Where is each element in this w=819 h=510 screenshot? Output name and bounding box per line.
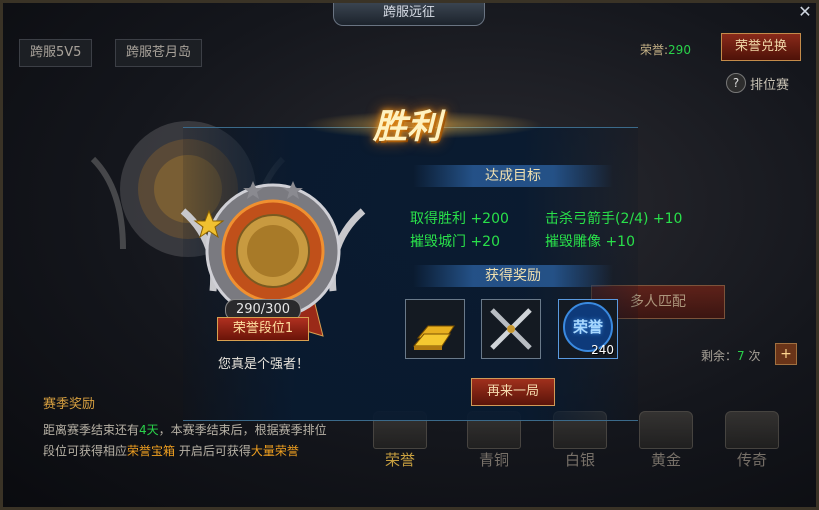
season-honor: 大量荣誉 — [250, 444, 299, 458]
chest-label-silver: 白银 — [564, 451, 595, 469]
ranked-label[interactable]: 排位赛 — [750, 74, 789, 93]
honor-badge-text: 荣誉 — [572, 318, 603, 336]
tab-cangyue-island[interactable]: 跨服苍月岛 — [115, 39, 203, 67]
remaining-value: 7 — [737, 349, 745, 363]
goal-item: 击杀弓箭手(2/4) +10 — [545, 211, 683, 227]
chest-legend-icon — [725, 411, 779, 449]
close-icon[interactable]: ✕ — [796, 3, 814, 21]
remaining-count: 剩余：7 次 — [701, 347, 761, 364]
victory-title: 胜利 — [373, 107, 441, 147]
goal-item: 摧毁雕像 +10 — [545, 234, 635, 250]
crossed-swords-icon — [490, 308, 532, 350]
reward-gold[interactable] — [405, 299, 465, 359]
medal-rank: 荣誉段位1 — [217, 317, 309, 341]
season-chest: 荣誉宝箱 — [127, 444, 176, 458]
chest-label-gold: 黄金 — [650, 451, 681, 469]
chest-label-bronze: 青铜 — [478, 451, 509, 469]
remaining-label: 剩余： — [701, 349, 738, 363]
game-window: 跨服远征 ✕ 跨服5V5 跨服苍月岛 荣誉:290 荣誉兑换 ? 排位赛 多人匹… — [0, 0, 819, 510]
season-text: 段位可获得相应 — [43, 444, 128, 458]
goal-item: 取得胜利 +200 — [410, 211, 509, 227]
honor-label: 荣誉: — [640, 43, 669, 57]
praise-text: 您真是个强者！ — [218, 357, 310, 372]
goals-title: 达成目标 — [413, 165, 613, 187]
window-title: 跨服远征 — [333, 3, 485, 26]
honor-reward-count: 240 — [591, 343, 614, 357]
season-text: ，本赛季结束后，根据赛季排位 — [158, 423, 327, 437]
gold-bar-icon — [412, 325, 455, 350]
chest-label-legend: 传奇 — [736, 451, 767, 469]
season-text: 距离赛季结束还有 — [43, 423, 140, 437]
honor-exchange-button[interactable]: 荣誉兑换 — [721, 33, 801, 61]
rewards-title: 获得奖励 — [413, 265, 613, 287]
season-reward-description: 距离赛季结束还有4天，本赛季结束后，根据赛季排位 段位可获得相应荣誉宝箱 开启后… — [43, 420, 363, 462]
remaining-unit: 次 — [748, 349, 761, 363]
season-text: 开启后可获得 — [175, 444, 251, 458]
season-reward-title: 赛季奖励 — [43, 397, 96, 412]
chest-label-honor: 荣誉 — [384, 451, 415, 469]
honor-value: 290 — [668, 43, 691, 57]
reward-honor[interactable]: 荣誉 240 — [558, 299, 618, 359]
reward-weapon[interactable] — [481, 299, 541, 359]
goal-item: 摧毁城门 +20 — [410, 234, 500, 250]
help-icon[interactable]: ? — [726, 73, 746, 93]
tab-5v5[interactable]: 跨服5V5 — [19, 39, 93, 67]
season-days: 4天 — [139, 423, 159, 437]
honor-points: 荣誉:290 — [640, 41, 691, 58]
play-again-button[interactable]: 再来一局 — [471, 378, 555, 406]
chest-gold-icon — [639, 411, 693, 449]
add-attempts-button[interactable]: + — [775, 343, 797, 365]
